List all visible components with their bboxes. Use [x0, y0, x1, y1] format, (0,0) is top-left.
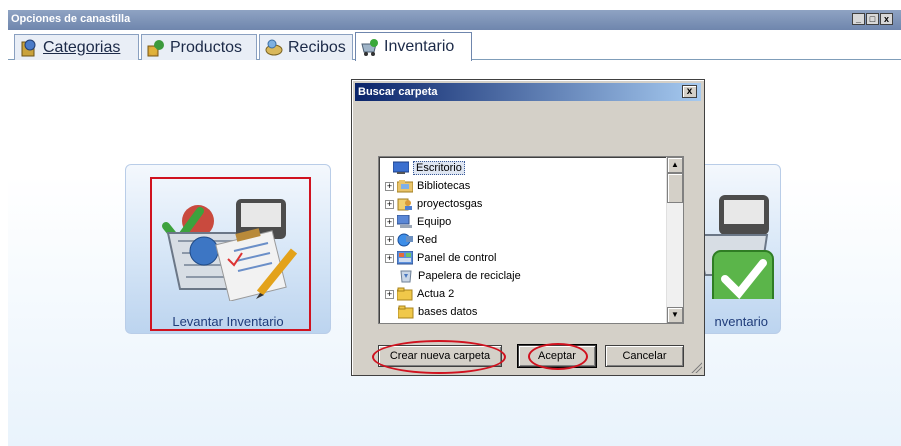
levantar-inventario-tile[interactable]: Levantar Inventario — [125, 164, 331, 334]
folder-icon — [397, 305, 414, 319]
folder-icon — [397, 323, 413, 324]
tree-node[interactable]: Papelera de reciclaje — [385, 267, 521, 285]
tree-node-label: Equipo — [417, 216, 452, 228]
computer-icon — [396, 214, 413, 229]
tab-productos[interactable]: Productos — [141, 34, 257, 60]
libraries-icon — [396, 179, 414, 193]
new-folder-button[interactable]: Crear nueva carpeta — [378, 345, 502, 367]
expand-toggle-icon[interactable]: + — [385, 235, 394, 245]
browse-folder-dialog: Buscar carpeta x Escritorio + Bibliotecas +… — [351, 79, 705, 376]
tab-label: Recibos — [288, 38, 346, 56]
receipts-icon — [264, 38, 284, 58]
expand-toggle-icon[interactable]: + — [385, 289, 394, 299]
inventory-icon — [360, 37, 380, 57]
tab-inventario[interactable]: Inventario — [355, 32, 472, 61]
tree-node-label: Escritorio — [413, 161, 465, 175]
tree-node[interactable]: + Actua 2 — [385, 285, 454, 303]
tree-node[interactable]: + Equipo — [385, 213, 451, 231]
tree-node[interactable]: + Panel de control — [385, 249, 497, 267]
folder-tree[interactable]: Escritorio + Bibliotecas + proyectosgas + Equi… — [378, 156, 684, 324]
accept-button[interactable]: Aceptar — [517, 344, 597, 368]
tree-node-label: Bibliotecas — [417, 180, 471, 192]
tree-node-label: Panel de control — [417, 252, 497, 264]
inventory-cart-clipboard-icon — [162, 199, 298, 301]
window-title: Opciones de canastilla — [11, 13, 131, 25]
tile-label: Levantar Inventario — [172, 314, 284, 329]
tab-strip: Categorias Productos Recibos Inventario — [8, 30, 901, 61]
user-folder-icon — [397, 197, 413, 211]
tree-node[interactable]: bases datos — [385, 303, 477, 321]
tree-node[interactable]: + Bibliotecas — [385, 177, 470, 195]
tab-label: Productos — [170, 38, 243, 56]
app-window: Opciones de canastilla _ □ x Categorias … — [0, 0, 901, 446]
title-bar: Opciones de canastilla _ □ x — [8, 10, 901, 30]
products-icon — [146, 38, 166, 58]
tree-node[interactable]: + proyectosgas — [385, 195, 482, 213]
resize-grip[interactable] — [690, 361, 702, 373]
dialog-title-bar: Buscar carpeta x — [355, 83, 701, 101]
scroll-thumb[interactable] — [667, 173, 683, 203]
scroll-up-button[interactable]: ▲ — [667, 157, 683, 173]
control-panel-icon — [396, 250, 414, 265]
dialog-title: Buscar carpeta — [358, 86, 438, 98]
tree-vertical-scrollbar[interactable]: ▲ ▼ — [666, 157, 683, 323]
desktop-icon — [392, 161, 410, 175]
close-button[interactable]: x — [880, 13, 893, 25]
scroll-down-button[interactable]: ▼ — [667, 307, 683, 323]
dialog-close-button[interactable]: x — [682, 85, 697, 98]
expand-toggle-icon[interactable]: + — [385, 217, 394, 227]
inventory-cart-check-icon — [697, 195, 774, 299]
folder-icon — [396, 287, 413, 301]
tab-label: Inventario — [384, 38, 455, 55]
expand-toggle-icon[interactable]: + — [385, 253, 394, 263]
tab-recibos[interactable]: Recibos — [259, 34, 353, 60]
tree-node[interactable]: + Red — [385, 231, 437, 249]
maximize-button[interactable]: □ — [866, 13, 879, 25]
tab-categorias[interactable]: Categorias — [14, 34, 139, 60]
recycle-bin-icon — [398, 269, 414, 283]
tree-node-label: Red — [417, 234, 438, 246]
network-icon — [397, 233, 413, 247]
minimize-button[interactable]: _ — [852, 13, 865, 25]
tree-node-label: proyectosgas — [417, 198, 483, 210]
new-folder-label: Crear nueva carpeta — [389, 350, 491, 362]
tree-node-label: Papelera de reciclaje — [418, 270, 521, 282]
accept-label: Aceptar — [538, 350, 576, 362]
tree-node-label: bases datos — [418, 306, 478, 318]
expand-toggle-icon[interactable]: + — [385, 199, 394, 209]
tree-node[interactable]: +cSap — [385, 321, 442, 324]
tab-label: Categorias — [43, 38, 121, 56]
expand-toggle-icon[interactable]: + — [385, 181, 394, 191]
tree-node-label: Actua 2 — [417, 288, 455, 300]
categories-icon — [19, 38, 39, 58]
cancel-label: Cancelar — [622, 350, 667, 362]
cancel-button[interactable]: Cancelar — [605, 345, 684, 367]
tree-node[interactable]: Escritorio — [392, 159, 465, 177]
